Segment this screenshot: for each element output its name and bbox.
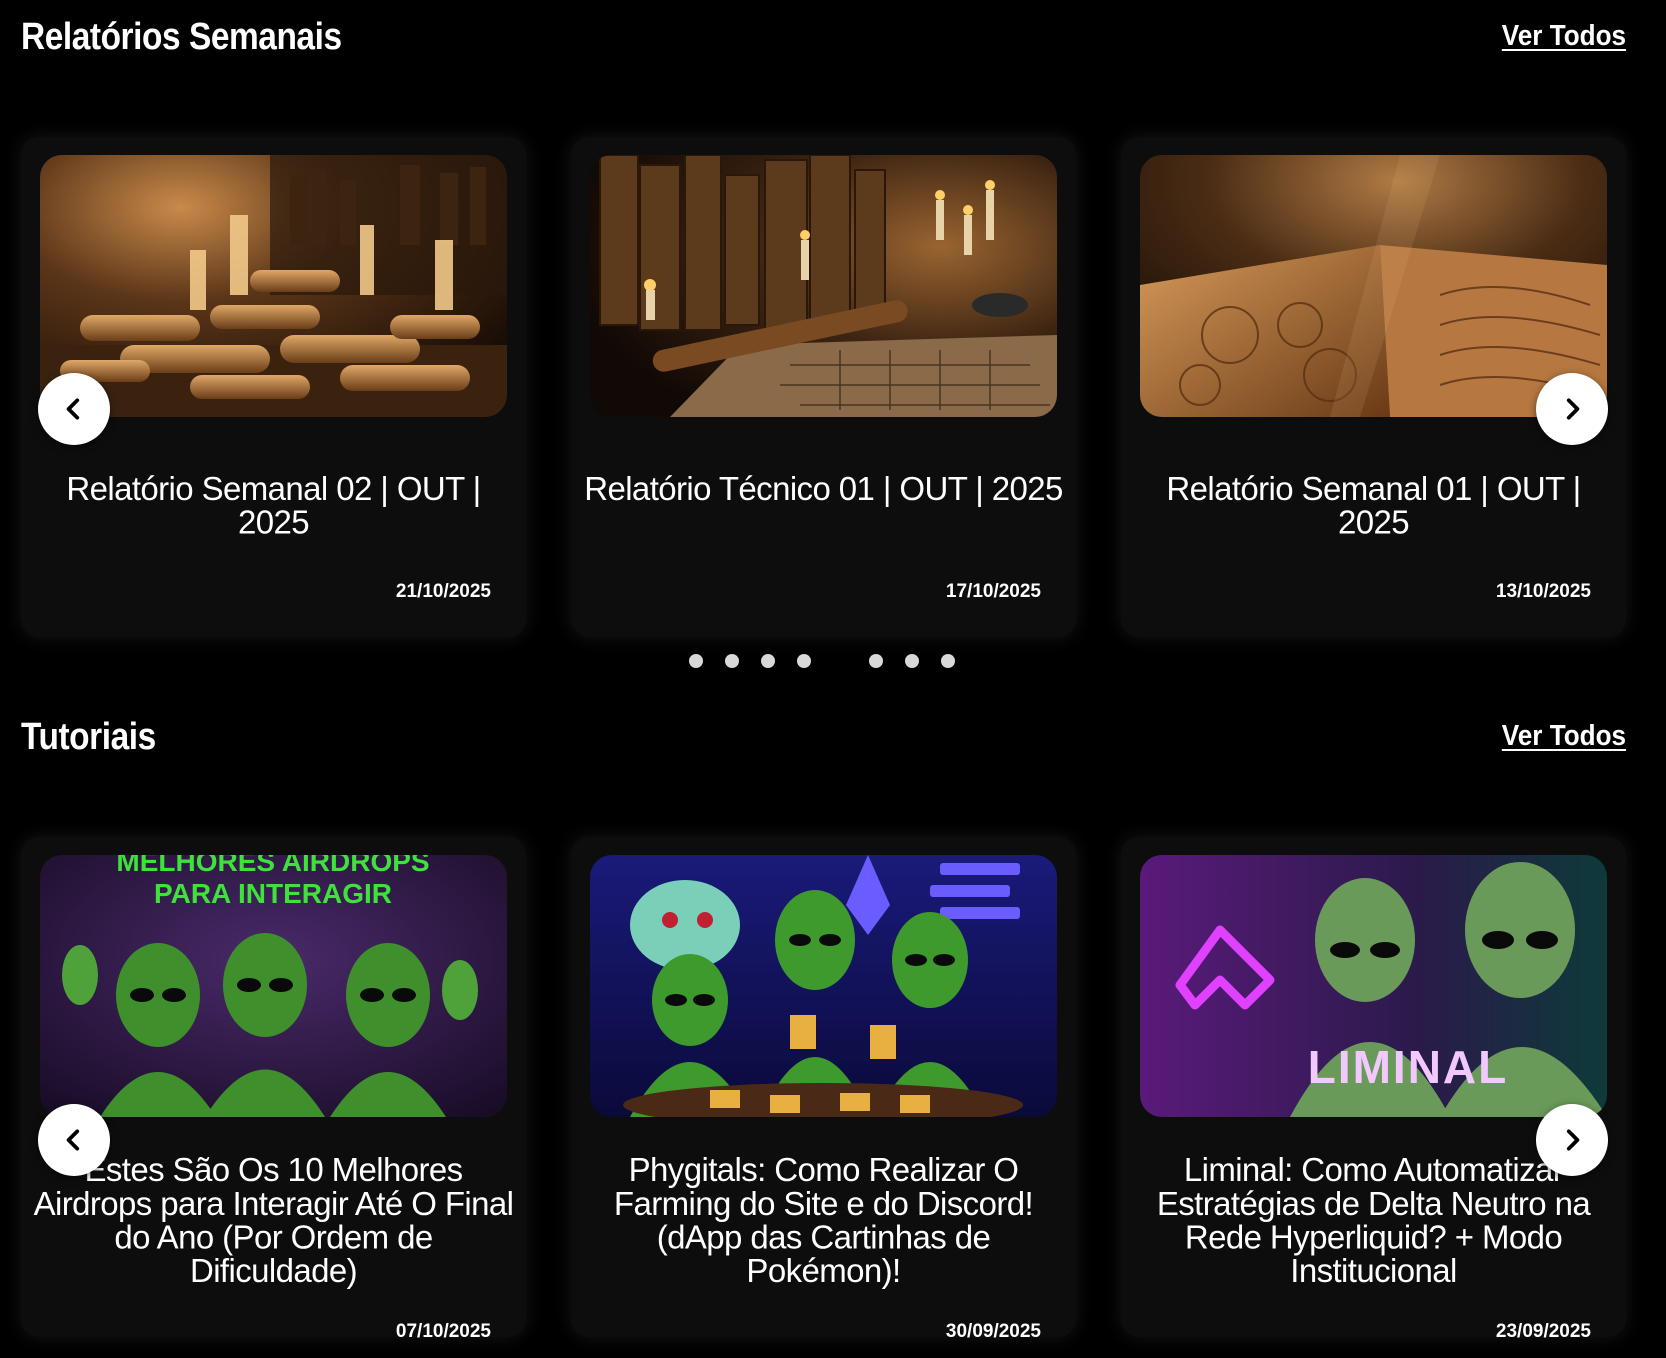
- pagination-dot[interactable]: [761, 654, 775, 668]
- card-thumbnail: [40, 155, 507, 417]
- tutorials-section: Tutoriais Ver Todos MELHORES AIRDROPS PA…: [0, 700, 1666, 1358]
- tutorial-card[interactable]: LIMINAL Liminal: Como Automatizar Estrat…: [1121, 837, 1626, 1342]
- image-caption: MELHORES AIRDROPS: [116, 855, 429, 877]
- section-title: Tutoriais: [21, 716, 156, 758]
- card-date: 21/10/2025: [395, 581, 491, 602]
- card-date: 30/09/2025: [945, 1321, 1041, 1342]
- card-title: Relatório Semanal 01 | OUT | 2025: [1166, 469, 1581, 541]
- pagination-dot[interactable]: [941, 654, 955, 668]
- weekly-reports-section: Relatórios Semanais Ver Todos Relatório …: [0, 0, 1666, 690]
- see-all-link[interactable]: Ver Todos: [1502, 20, 1626, 53]
- image-caption: LIMINAL: [1308, 1041, 1509, 1093]
- card-date: 13/10/2025: [1495, 581, 1591, 602]
- card-title: Liminal: Como Automatizar Estratégias de…: [1156, 1150, 1591, 1290]
- pagination-dot[interactable]: [797, 654, 811, 668]
- carousel-next-button[interactable]: [1536, 373, 1608, 445]
- chevron-left-icon: [66, 1129, 80, 1151]
- section-title: Relatórios Semanais: [21, 16, 342, 58]
- card-thumbnail: [590, 855, 1057, 1117]
- card-title: Phygitals: Como Realizar O Farming do Si…: [613, 1150, 1034, 1290]
- pagination-dot[interactable]: [905, 654, 919, 668]
- carousel-prev-button[interactable]: [38, 373, 110, 445]
- card-thumbnail: LIMINAL: [1140, 855, 1607, 1117]
- card-thumbnail: [1140, 155, 1607, 417]
- card-title: Relatório Técnico 01 | OUT | 2025: [584, 469, 1063, 508]
- image-caption: PARA INTERAGIR: [154, 878, 392, 909]
- card-title: Relatório Semanal 02 | OUT | 2025: [66, 469, 481, 541]
- card-date: 23/09/2025: [1495, 1321, 1591, 1342]
- carousel-next-button[interactable]: [1536, 1104, 1608, 1176]
- card-thumbnail: MELHORES AIRDROPS PARA INTERAGIR: [40, 855, 507, 1117]
- chevron-right-icon: [1566, 1129, 1580, 1151]
- chevron-left-icon: [66, 398, 80, 420]
- card-title: Estes São Os 10 Melhores Airdrops para I…: [33, 1150, 514, 1290]
- pagination-dot[interactable]: [689, 654, 703, 668]
- pagination-dot[interactable]: [869, 654, 883, 668]
- report-card[interactable]: Relatório Técnico 01 | OUT | 2025 17/10/…: [571, 137, 1076, 637]
- tutorial-card[interactable]: Phygitals: Como Realizar O Farming do Si…: [571, 837, 1076, 1342]
- card-date: 07/10/2025: [395, 1321, 491, 1342]
- chevron-right-icon: [1566, 398, 1580, 420]
- pagination-dot[interactable]: [725, 654, 739, 668]
- carousel-prev-button[interactable]: [38, 1104, 110, 1176]
- card-date: 17/10/2025: [945, 581, 1041, 602]
- carousel-pagination: [0, 654, 1666, 672]
- card-thumbnail: [590, 155, 1057, 417]
- tutorial-card[interactable]: MELHORES AIRDROPS PARA INTERAGIR Estes S…: [21, 837, 526, 1342]
- see-all-link[interactable]: Ver Todos: [1502, 720, 1626, 753]
